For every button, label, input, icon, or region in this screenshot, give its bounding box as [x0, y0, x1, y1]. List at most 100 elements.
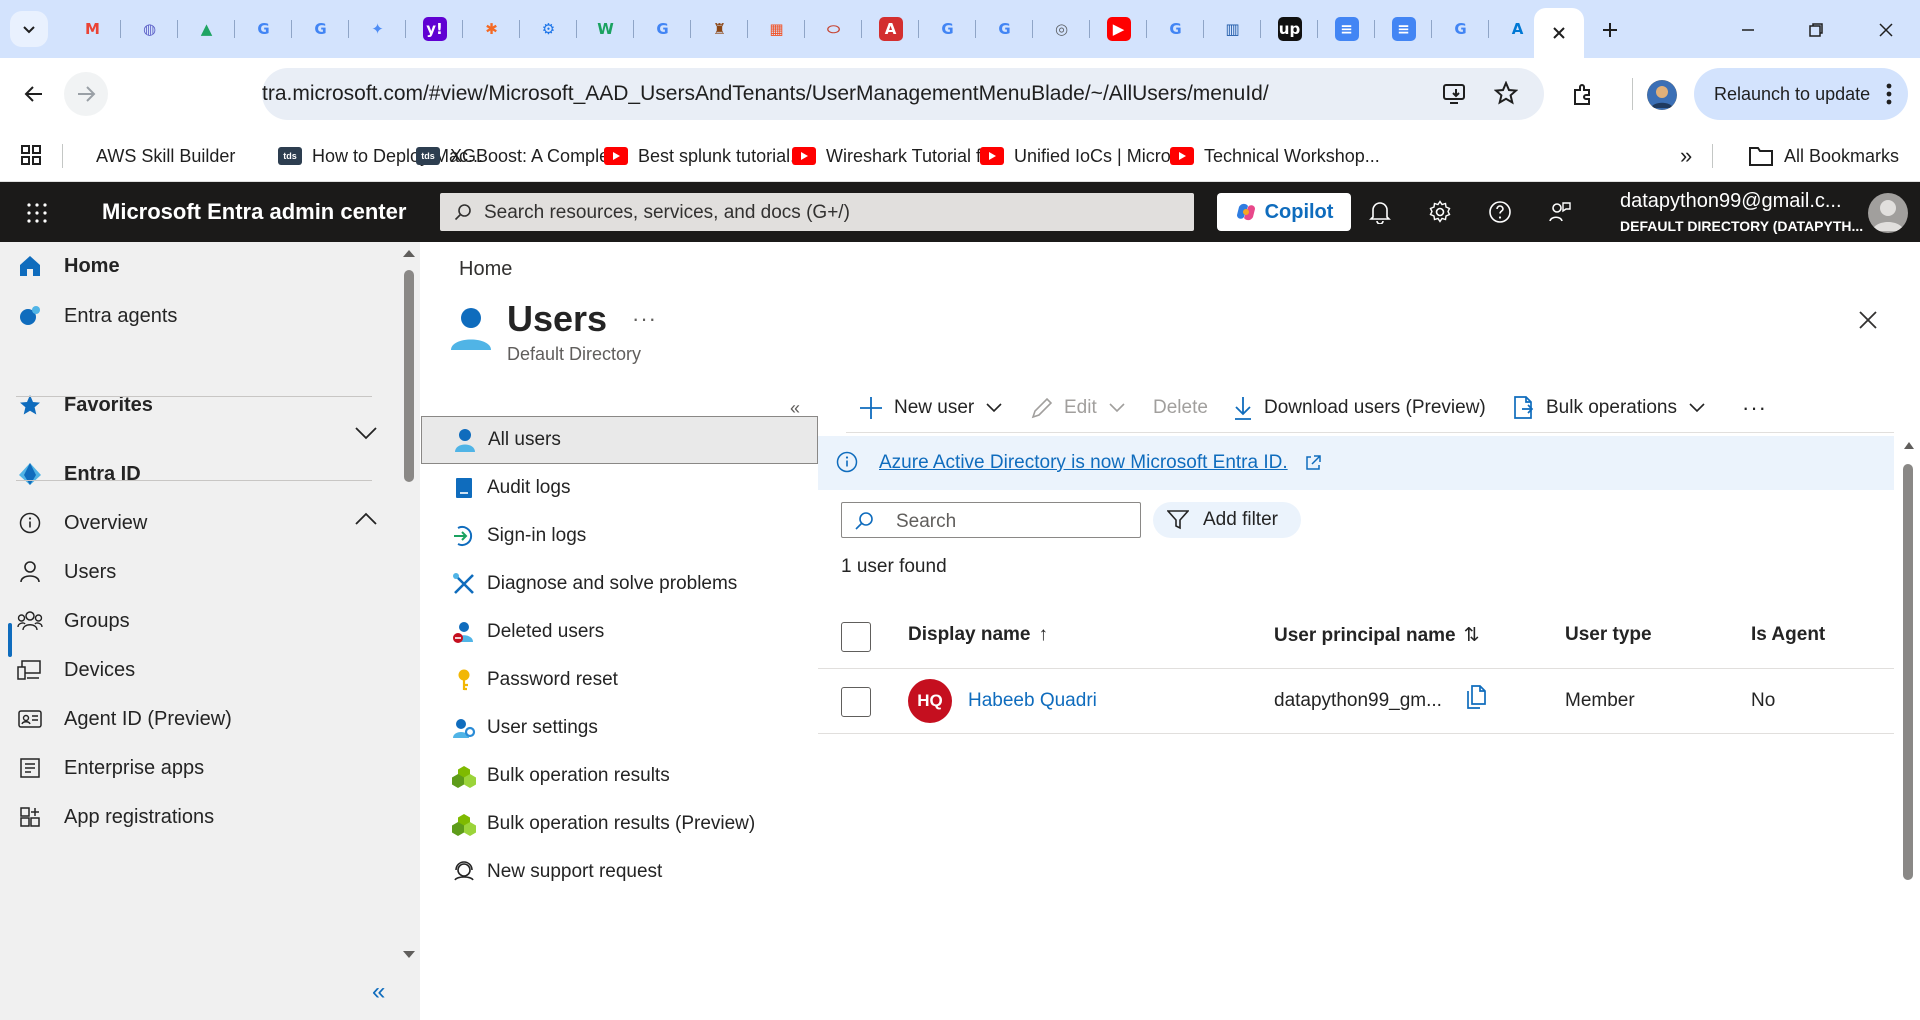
- close-blade-button[interactable]: [1852, 304, 1884, 336]
- browser-tab[interactable]: ✱: [463, 0, 520, 58]
- all-bookmarks-button[interactable]: All Bookmarks: [1748, 142, 1899, 170]
- row-checkbox[interactable]: [841, 687, 871, 717]
- browser-tab[interactable]: ⬭: [805, 0, 862, 58]
- more-commands-button[interactable]: ···: [1742, 392, 1767, 424]
- nav-item-overview[interactable]: Overview: [0, 499, 398, 547]
- nav-item-enterprise-apps[interactable]: Enterprise apps: [0, 744, 398, 792]
- browser-tab[interactable]: up: [1261, 0, 1318, 58]
- browser-tab[interactable]: ≡: [1318, 0, 1375, 58]
- scroll-up-arrow-icon[interactable]: [1903, 440, 1915, 450]
- nav-item-agent-id-preview[interactable]: Agent ID (Preview): [0, 695, 398, 743]
- scroll-up-arrow-icon[interactable]: [402, 248, 416, 258]
- browser-tab[interactable]: ▶: [1090, 0, 1147, 58]
- browser-tab[interactable]: G: [1147, 0, 1204, 58]
- menu-item-diagnose-and-solve-problems[interactable]: Diagnose and solve problems: [421, 560, 818, 608]
- breadcrumb-home[interactable]: Home: [459, 258, 512, 281]
- profile-avatar[interactable]: [1647, 80, 1677, 110]
- bookmark-item[interactable]: tds XGBoost: A Comple...: [416, 142, 624, 170]
- install-app-icon[interactable]: [1442, 82, 1468, 106]
- external-link-icon[interactable]: [1304, 454, 1322, 472]
- relaunch-to-update-button[interactable]: Relaunch to update: [1694, 68, 1908, 120]
- extensions-icon[interactable]: [1570, 82, 1596, 108]
- browser-tab[interactable]: G: [1432, 0, 1489, 58]
- add-filter-button[interactable]: Add filter: [1153, 502, 1301, 538]
- select-all-checkbox[interactable]: [841, 622, 871, 652]
- nav-item-favorites[interactable]: Favorites: [0, 381, 398, 429]
- browser-tab[interactable]: G: [235, 0, 292, 58]
- column-header-is-agent[interactable]: Is Agent: [1751, 624, 1825, 646]
- account-avatar[interactable]: [1868, 193, 1908, 233]
- nav-item-home[interactable]: Home: [0, 242, 398, 290]
- nav-item-entra-agents[interactable]: Entra agents: [0, 292, 398, 340]
- browser-tab[interactable]: ⚙: [520, 0, 577, 58]
- address-bar[interactable]: tra.microsoft.com/#view/Microsoft_AAD_Us…: [262, 68, 1544, 120]
- nav-item-app-registrations[interactable]: App registrations: [0, 793, 398, 841]
- url-text[interactable]: tra.microsoft.com/#view/Microsoft_AAD_Us…: [262, 82, 1269, 106]
- browser-tab[interactable]: G: [292, 0, 349, 58]
- edit-button[interactable]: Edit: [1030, 392, 1125, 424]
- menu-item-bulk-operation-results-preview[interactable]: Bulk operation results (Preview): [421, 800, 818, 848]
- menu-item-password-reset[interactable]: Password reset: [421, 656, 818, 704]
- browser-tab[interactable]: ▥: [1204, 0, 1261, 58]
- column-header-upn[interactable]: User principal name ⇅: [1274, 624, 1480, 647]
- nav-item-groups[interactable]: Groups: [0, 597, 398, 645]
- download-users-button[interactable]: Download users (Preview): [1232, 392, 1486, 424]
- menu-item-bulk-operation-results[interactable]: Bulk operation results: [421, 752, 818, 800]
- tab-search-button[interactable]: [10, 11, 48, 47]
- nav-item-users[interactable]: Users: [0, 548, 398, 596]
- forward-button[interactable]: [64, 72, 108, 116]
- column-header-display-name[interactable]: Display name ↑: [908, 624, 1048, 646]
- copilot-button[interactable]: Copilot: [1217, 193, 1351, 231]
- browser-tab[interactable]: y!: [406, 0, 463, 58]
- bookmark-item[interactable]: Best splunk tutorial...: [604, 142, 805, 170]
- bulk-operations-button[interactable]: Bulk operations: [1512, 392, 1705, 424]
- browser-tab[interactable]: W: [577, 0, 634, 58]
- close-tab-icon[interactable]: [1551, 25, 1567, 41]
- nav-item-entra-id[interactable]: Entra ID: [0, 450, 398, 498]
- menu-item-new-support-request[interactable]: New support request: [421, 848, 818, 896]
- copy-icon[interactable]: [1464, 684, 1488, 710]
- browser-tab[interactable]: ♜: [691, 0, 748, 58]
- help-question-icon[interactable]: [1482, 194, 1518, 230]
- browser-tab[interactable]: A: [862, 0, 919, 58]
- browser-tab[interactable]: ◍: [121, 0, 178, 58]
- portal-menu-icon[interactable]: [26, 202, 48, 224]
- new-tab-button[interactable]: [1594, 14, 1626, 46]
- portal-title[interactable]: Microsoft Entra admin center: [102, 199, 406, 225]
- browser-tab[interactable]: ✦: [349, 0, 406, 58]
- browser-tab[interactable]: ▦: [748, 0, 805, 58]
- browser-tab[interactable]: ▲: [178, 0, 235, 58]
- chevron-up-icon[interactable]: [354, 512, 378, 526]
- page-more-options-button[interactable]: ···: [632, 306, 657, 332]
- bookmark-item[interactable]: AWS Skill Builder: [96, 142, 235, 170]
- menu-item-audit-logs[interactable]: Audit logs: [421, 464, 818, 512]
- browser-tab[interactable]: ≡: [1375, 0, 1432, 58]
- back-button[interactable]: [12, 72, 56, 116]
- browser-tab[interactable]: ◎: [1033, 0, 1090, 58]
- column-header-user-type[interactable]: User type: [1565, 624, 1652, 646]
- browser-tab[interactable]: G: [976, 0, 1033, 58]
- chevron-down-icon[interactable]: [354, 426, 378, 440]
- minimize-window-button[interactable]: [1728, 10, 1768, 50]
- menu-item-sign-in-logs[interactable]: Sign-in logs: [421, 512, 818, 560]
- main-scroll-thumb[interactable]: [1903, 464, 1913, 880]
- user-search-input[interactable]: Search: [841, 502, 1141, 538]
- bookmark-item[interactable]: Wireshark Tutorial f...: [792, 142, 996, 170]
- browser-tab[interactable]: G: [634, 0, 691, 58]
- entra-rename-link[interactable]: Azure Active Directory is now Microsoft …: [879, 452, 1288, 474]
- collapse-nav-button[interactable]: «: [372, 978, 385, 1006]
- apps-grid-icon[interactable]: [20, 144, 42, 166]
- feedback-icon[interactable]: [1542, 194, 1578, 230]
- portal-search-input[interactable]: Search resources, services, and docs (G+…: [440, 193, 1194, 231]
- browser-tab[interactable]: M: [64, 0, 121, 58]
- settings-gear-icon[interactable]: [1422, 194, 1458, 230]
- active-tab[interactable]: [1534, 8, 1584, 58]
- notifications-bell-icon[interactable]: [1362, 194, 1398, 230]
- new-user-button[interactable]: New user: [858, 392, 1002, 424]
- user-display-name-link[interactable]: Habeeb Quadri: [968, 690, 1097, 712]
- close-window-button[interactable]: [1866, 10, 1906, 50]
- bookmark-item[interactable]: Unified IoCs | Micro...: [980, 142, 1186, 170]
- menu-item-all-users[interactable]: All users: [421, 416, 818, 464]
- bookmark-star-icon[interactable]: [1494, 81, 1518, 105]
- bookmark-item[interactable]: Technical Workshop...: [1170, 142, 1380, 170]
